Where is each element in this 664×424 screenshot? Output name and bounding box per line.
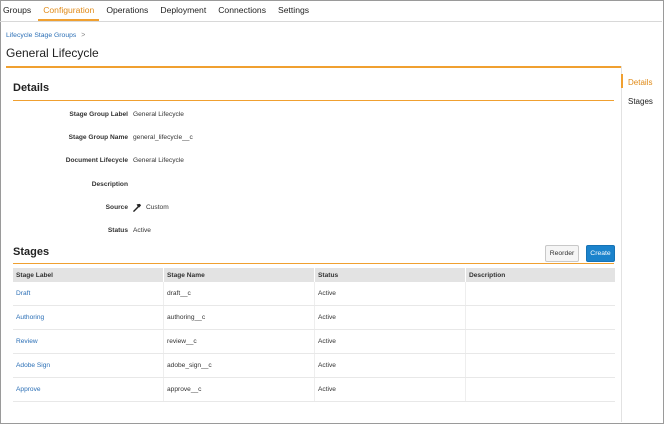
stage-name-cell: adobe_sign__c (164, 354, 315, 377)
status-value: Active (133, 227, 151, 234)
stage-description-cell (466, 306, 615, 329)
field-label-stage-group-label: Stage Group Label (69, 111, 128, 118)
field-value-source: Custom (133, 203, 169, 212)
breadcrumb: Lifecycle Stage Groups > (6, 32, 85, 39)
page-title: General Lifecycle (6, 46, 99, 60)
stage-group-name-value: general_lifecycle__c (133, 134, 193, 141)
top-nav: Groups Configuration Operations Deployme… (0, 0, 662, 22)
field-value-stage-group-name: general_lifecycle__c (133, 134, 193, 141)
table-row: Authoring authoring__c Active (13, 306, 615, 330)
reorder-button[interactable]: Reorder (545, 245, 579, 262)
stage-name-cell: draft__c (164, 282, 315, 305)
stage-status-cell: Active (315, 354, 466, 377)
stage-name-cell: authoring__c (164, 306, 315, 329)
nav-deployment[interactable]: Deployment (155, 0, 211, 21)
field-label-source: Source (105, 204, 128, 211)
nav-groups[interactable]: Groups (0, 0, 36, 21)
stage-label-link[interactable]: Authoring (13, 306, 164, 329)
stages-divider (13, 263, 614, 264)
stage-description-cell (466, 330, 615, 353)
field-value-stage-group-label: General Lifecycle (133, 111, 184, 118)
side-nav-details[interactable]: Details (628, 78, 652, 87)
nav-settings[interactable]: Settings (273, 0, 314, 21)
document-lifecycle-value: General Lifecycle (133, 157, 184, 164)
table-row: Draft draft__c Active (13, 282, 615, 306)
table-header: Stage Label Stage Name Status Descriptio… (13, 268, 615, 282)
stage-name-cell: review__c (164, 330, 315, 353)
breadcrumb-lifecycle-stage-groups[interactable]: Lifecycle Stage Groups (6, 32, 76, 39)
stage-status-cell: Active (315, 378, 466, 401)
table-row: Approve approve__c Active (13, 378, 615, 402)
stage-status-cell: Active (315, 306, 466, 329)
stage-description-cell (466, 282, 615, 305)
details-heading: Details (13, 82, 50, 94)
table-row: Review review__c Active (13, 330, 615, 354)
stage-status-cell: Active (315, 330, 466, 353)
stage-name-cell: approve__c (164, 378, 315, 401)
nav-connections[interactable]: Connections (213, 0, 271, 21)
nav-operations[interactable]: Operations (101, 0, 153, 21)
stage-label-link[interactable]: Approve (13, 378, 164, 401)
stage-description-cell (466, 378, 615, 401)
column-header-description[interactable]: Description (466, 268, 615, 282)
column-header-stage-name[interactable]: Stage Name (164, 268, 315, 282)
stages-table: Stage Label Stage Name Status Descriptio… (13, 268, 615, 402)
nav-configuration[interactable]: Configuration (38, 0, 100, 21)
stage-label-link[interactable]: Adobe Sign (13, 354, 164, 377)
column-header-status[interactable]: Status (315, 268, 466, 282)
field-value-status: Active (133, 227, 151, 234)
stage-label-link[interactable]: Review (13, 330, 164, 353)
stage-label-link[interactable]: Draft (13, 282, 164, 305)
stage-description-cell (466, 354, 615, 377)
side-nav-stages[interactable]: Stages (628, 97, 653, 106)
field-label-description: Description (91, 181, 128, 188)
details-divider (13, 100, 614, 101)
title-divider (6, 66, 621, 68)
table-row: Adobe Sign adobe_sign__c Active (13, 354, 615, 378)
side-nav-active-indicator (621, 74, 623, 88)
breadcrumb-separator: > (81, 32, 86, 39)
column-header-stage-label[interactable]: Stage Label (13, 268, 164, 282)
source-value: Custom (146, 204, 169, 211)
hammer-icon (133, 203, 142, 212)
field-label-stage-group-name: Stage Group Name (68, 134, 128, 141)
side-nav: Details Stages (621, 66, 662, 422)
field-label-document-lifecycle: Document Lifecycle (65, 157, 128, 164)
stages-heading: Stages (13, 246, 50, 258)
field-value-document-lifecycle: General Lifecycle (133, 157, 184, 164)
create-button[interactable]: Create (586, 245, 615, 262)
stage-status-cell: Active (315, 282, 466, 305)
stage-group-label-value: General Lifecycle (133, 111, 184, 118)
field-label-status: Status (107, 227, 128, 234)
